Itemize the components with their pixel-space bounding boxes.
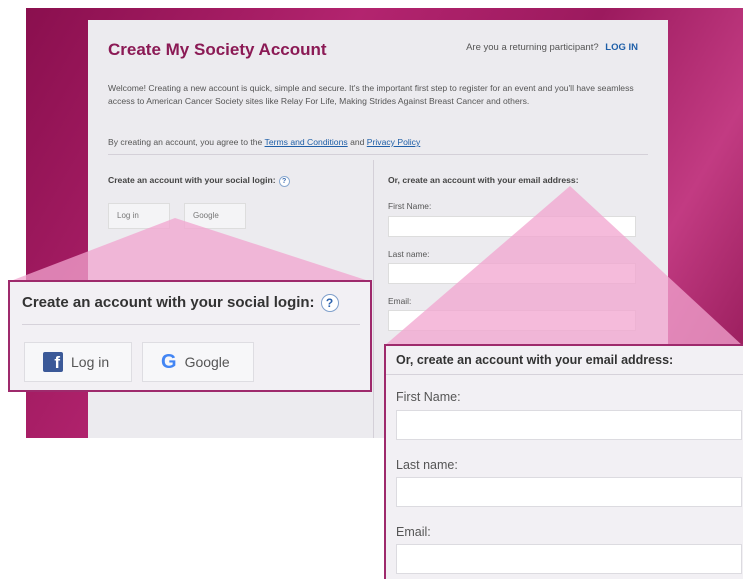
facebook-login-button-small[interactable]: Log in	[108, 203, 170, 229]
zoom-email-form: Or, create an account with your email ad…	[384, 344, 743, 579]
google-login-button-small[interactable]: Google	[184, 203, 246, 229]
help-icon[interactable]: ?	[278, 176, 290, 187]
google-login-button[interactable]: G Google	[142, 342, 254, 382]
google-icon: G	[161, 350, 177, 373]
agree-and: and	[350, 137, 365, 147]
login-link[interactable]: LOG IN	[605, 42, 638, 53]
facebook-label-small: Log in	[117, 211, 139, 220]
zoom-first-name-label: First Name:	[396, 390, 461, 404]
column-divider	[373, 160, 374, 438]
zoom-email-input[interactable]	[396, 544, 742, 574]
social-login-heading: Create an account with your social login…	[108, 175, 290, 187]
screenshot-stage: { "colors": { "brand": "#8b1a55", "link"…	[0, 0, 743, 579]
zoom-social-heading-text: Create an account with your social login…	[22, 294, 315, 311]
zoom-first-name-input[interactable]	[396, 410, 742, 440]
divider	[108, 154, 648, 155]
page-title: Create My Society Account	[108, 40, 327, 59]
agree-prefix: By creating an account, you agree to the	[108, 137, 263, 147]
zoom-social-login: Create an account with your social login…	[8, 280, 372, 392]
first-name-input[interactable]	[388, 216, 636, 237]
first-name-label: First Name:	[388, 201, 432, 211]
returning-prompt: Are you a returning participant?	[466, 42, 599, 53]
returning-participant: Are you a returning participant? LOG IN	[466, 42, 638, 53]
email-label: Email:	[388, 296, 412, 306]
zoom-email-heading: Or, create an account with your email ad…	[396, 353, 674, 367]
google-label-small: Google	[193, 211, 219, 220]
facebook-login-button[interactable]: f Log in	[24, 342, 132, 382]
email-signup-heading: Or, create an account with your email ad…	[388, 175, 579, 185]
email-input[interactable]	[388, 310, 636, 331]
privacy-link[interactable]: Privacy Policy	[367, 137, 420, 147]
zoom-social-heading: Create an account with your social login…	[22, 294, 339, 312]
welcome-text: Welcome! Creating a new account is quick…	[108, 83, 634, 106]
facebook-login-label: Log in	[71, 354, 110, 370]
last-name-label: Last name:	[388, 249, 430, 259]
facebook-icon: f	[43, 352, 63, 372]
zoom-email-label: Email:	[396, 525, 431, 539]
agreement-text: By creating an account, you agree to the…	[108, 137, 420, 147]
google-login-label: Google	[184, 354, 230, 370]
terms-link[interactable]: Terms and Conditions	[265, 137, 348, 147]
zoom-last-name-label: Last name:	[396, 458, 458, 472]
divider	[386, 374, 743, 375]
zoom-last-name-input[interactable]	[396, 477, 742, 507]
divider	[22, 324, 360, 325]
last-name-input[interactable]	[388, 263, 636, 284]
social-heading-text: Create an account with your social login…	[108, 175, 276, 185]
help-icon[interactable]: ?	[320, 294, 339, 312]
